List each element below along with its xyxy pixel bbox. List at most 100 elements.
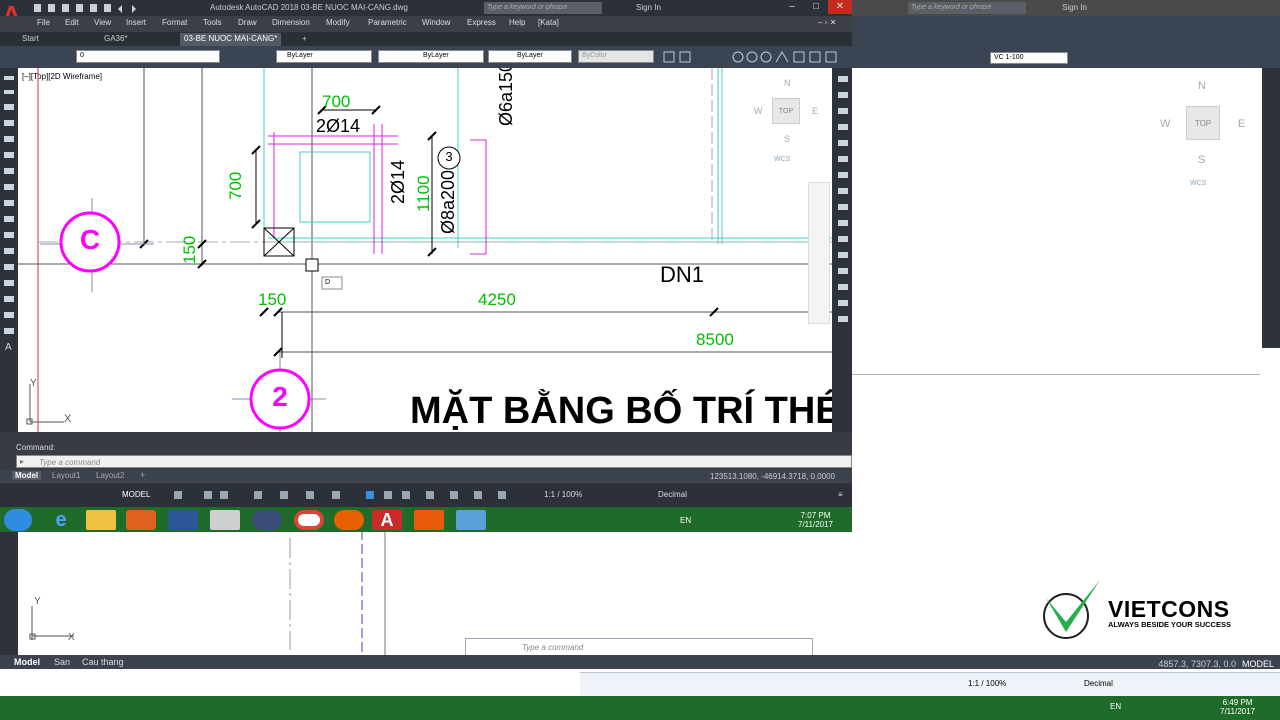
add-layout-plus-icon[interactable]: + <box>140 470 145 480</box>
viewcube-north: N <box>784 78 791 88</box>
tab-layout2[interactable]: Layout2 <box>96 471 124 480</box>
firefox-icon[interactable] <box>334 510 364 530</box>
window-controls: – □ ✕ <box>772 0 852 16</box>
viewcube-wcs[interactable]: WCS <box>1190 180 1206 187</box>
background-search-input[interactable]: Type a keyword or phrase <box>908 2 1026 14</box>
menu-window[interactable]: Window <box>422 18 450 27</box>
drawing-canvas[interactable]: [–][Top][2D Wireframe] Y X C 2 3 700 2Ø1… <box>18 68 832 432</box>
command-placeholder: Type a command <box>39 458 101 467</box>
annotation-scale[interactable]: 1:1 / 100% <box>544 490 582 499</box>
bg-tab-san[interactable]: San <box>54 657 70 667</box>
explorer-icon[interactable] <box>86 510 116 530</box>
viewcube-top-face[interactable]: TOP <box>1186 106 1220 140</box>
modify-toolbar <box>834 68 852 432</box>
background-sign-in[interactable]: Sign In <box>1062 3 1087 12</box>
svg-text:Y: Y <box>30 378 37 389</box>
menu-edit[interactable]: Edit <box>65 18 79 27</box>
viewcube-e-label: E <box>1238 118 1246 130</box>
plotstyle-dropdown[interactable]: ByColor <box>578 50 654 63</box>
menu-kata[interactable]: [Kata] <box>538 18 559 27</box>
status-bar: MODEL 1:1 / 100% Decimal ≡ <box>0 485 852 507</box>
command-history: Command: <box>16 443 56 452</box>
command-input[interactable]: ▸ Type a command <box>16 455 852 468</box>
units-display[interactable]: Decimal <box>658 490 687 499</box>
bg-tab-cauthang[interactable]: Cau thang <box>82 657 124 667</box>
media-player-icon[interactable] <box>126 510 156 530</box>
bg-tab-model[interactable]: Model <box>14 657 40 667</box>
autocad-window: A Autodesk AutoCAD 2018 03-BE NUOC MAI-C… <box>0 0 852 532</box>
menu-view[interactable]: View <box>94 18 111 27</box>
background-model-indicator[interactable]: MODEL <box>1242 659 1274 669</box>
rebar-d8a200: Ø8a200 <box>438 169 458 234</box>
status-toggle-icons[interactable] <box>170 490 530 502</box>
new-tab-plus-icon[interactable]: + <box>298 33 311 46</box>
close-button[interactable]: ✕ <box>828 0 852 14</box>
svg-text:X: X <box>64 413 72 425</box>
viewcube-top[interactable]: TOP <box>772 98 800 124</box>
svg-text:Y: Y <box>34 596 41 607</box>
bg-clock-time: 6:49 PM <box>1222 698 1253 707</box>
navigation-bar[interactable] <box>808 182 830 324</box>
linetype-dropdown[interactable]: ByLayer <box>378 50 484 63</box>
model-space-button[interactable]: MODEL <box>122 490 150 499</box>
menu-help[interactable]: Help <box>509 18 525 27</box>
cursor-coordinates: 123513.1080, -46914.3718, 0.0000 <box>710 472 836 481</box>
menu-minimize-icon[interactable]: – ▫ ✕ <box>818 18 836 27</box>
chrome-icon[interactable] <box>294 510 324 530</box>
menu-draw[interactable]: Draw <box>238 18 257 27</box>
menu-dimension[interactable]: Dimension <box>272 18 310 27</box>
menu-express[interactable]: Express <box>467 18 496 27</box>
tab-ga36[interactable]: GA36* <box>100 33 132 46</box>
tab-layout1[interactable]: Layout1 <box>52 471 80 480</box>
background-viewport-scale[interactable]: VC 1-100 <box>990 52 1068 64</box>
remote-desktop-icon[interactable] <box>456 510 486 530</box>
clipboard-icon[interactable] <box>210 510 240 530</box>
search-input[interactable]: Type a keyword or phrase <box>484 2 602 14</box>
svg-text:A: A <box>5 342 12 353</box>
background-viewcube[interactable]: N W E TOP S WCS <box>1160 80 1250 190</box>
quick-access-toolbar[interactable] <box>32 3 202 13</box>
tab-be-nuoc[interactable]: 03-BE NUOC MAI-CANG* <box>180 33 282 46</box>
wcs-menu[interactable]: WCS <box>774 156 790 163</box>
taskbar-clock[interactable]: 7:07 PM 7/11/2017 <box>798 511 833 529</box>
word-icon[interactable] <box>168 510 198 530</box>
customize-menu-icon[interactable]: ≡ <box>838 490 843 499</box>
background-taskbar-lang[interactable]: EN <box>1110 702 1121 711</box>
vm-icon[interactable] <box>252 510 282 530</box>
menu-parametric[interactable]: Parametric <box>368 18 407 27</box>
start-button[interactable] <box>4 509 32 531</box>
menu-tools[interactable]: Tools <box>203 18 222 27</box>
dim-700-top: 700 <box>322 92 351 111</box>
color-dropdown[interactable]: ByLayer <box>276 50 372 63</box>
background-toolbar-right <box>1262 68 1280 348</box>
ie-icon[interactable]: e <box>46 510 76 530</box>
viewcube[interactable]: N W E TOP S WCS <box>754 78 824 168</box>
bg-units[interactable]: Decimal <box>1084 679 1113 688</box>
modify-toolbar-icons[interactable] <box>834 68 852 432</box>
background-command-input[interactable]: Type a command <box>465 638 813 656</box>
maximize-button[interactable]: □ <box>804 0 828 14</box>
background-status-toolbar: 1:1 / 100% Decimal <box>580 672 1280 696</box>
tab-start[interactable]: Start <box>18 33 43 46</box>
layer-dropdown[interactable]: 0 <box>76 50 220 63</box>
minimize-button[interactable]: – <box>780 0 804 14</box>
language-indicator[interactable]: EN <box>680 516 691 525</box>
bg-scale[interactable]: 1:1 / 100% <box>968 679 1006 688</box>
menu-insert[interactable]: Insert <box>126 18 146 27</box>
menu-format[interactable]: Format <box>162 18 187 27</box>
logo-check-icon <box>1043 580 1100 639</box>
menu-file[interactable]: File <box>37 18 50 27</box>
drawing-title: MẶT BẰNG BỐ TRÍ THÉP <box>410 390 832 432</box>
draw-toolbar: A <box>0 68 18 432</box>
document-tabs: Start GA36* 03-BE NUOC MAI-CANG* + <box>0 32 852 46</box>
draw-tools-icons[interactable] <box>660 50 852 64</box>
vietcons-logo: VIETCONS ALWAYS BESIDE YOUR SUCCESS <box>1040 578 1250 639</box>
lineweight-dropdown[interactable]: ByLayer <box>488 50 572 63</box>
draw-toolbar-icons[interactable]: A <box>0 68 18 432</box>
sign-in-button[interactable]: Sign In <box>636 3 661 12</box>
camtasia-icon[interactable] <box>414 510 444 530</box>
tab-model[interactable]: Model <box>12 471 42 480</box>
menu-modify[interactable]: Modify <box>326 18 350 27</box>
autocad-icon[interactable]: A <box>372 510 402 530</box>
background-taskbar-clock[interactable]: 6:49 PM 7/11/2017 <box>1220 698 1255 716</box>
